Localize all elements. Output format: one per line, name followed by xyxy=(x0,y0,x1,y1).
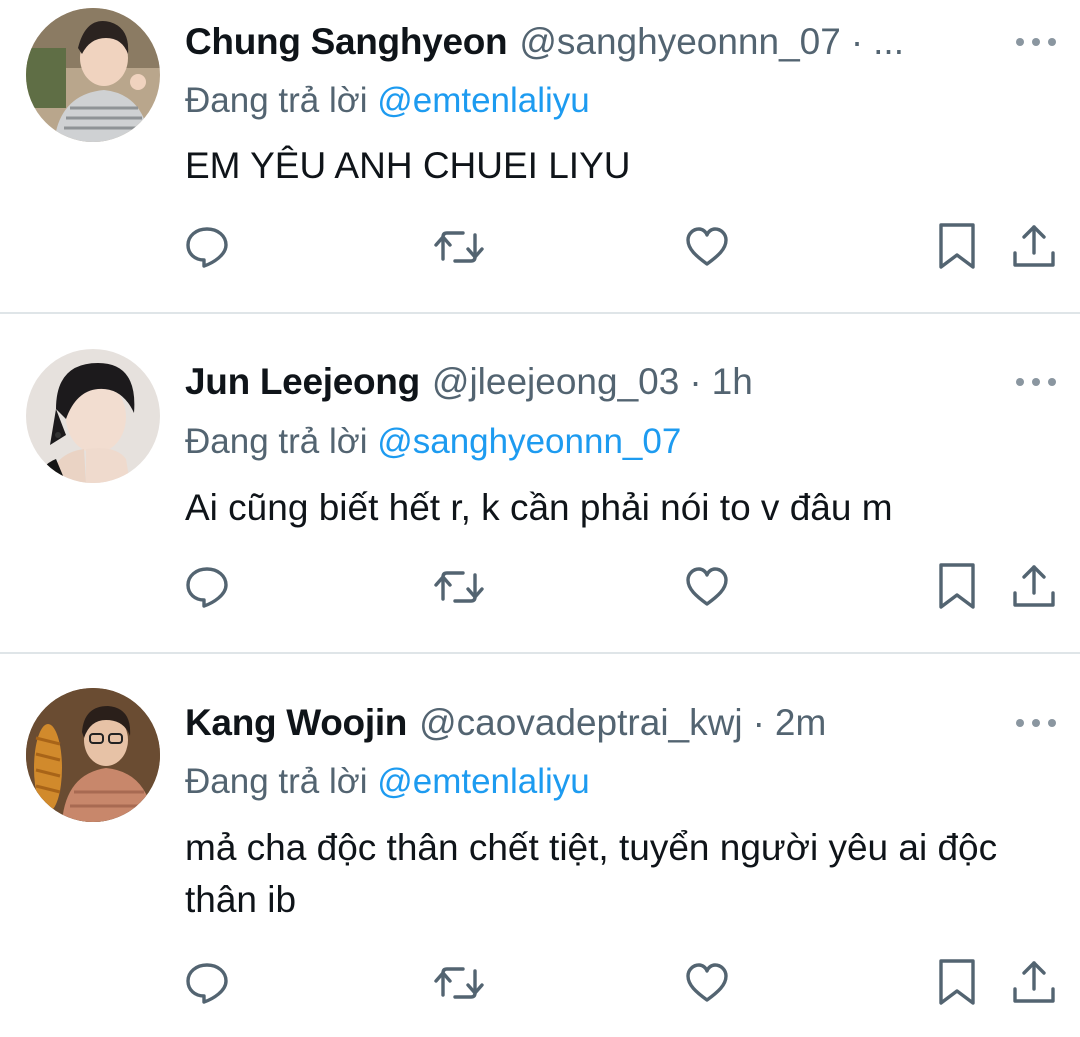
separator: · xyxy=(850,21,864,62)
separator: · xyxy=(689,361,702,402)
user-handle[interactable]: @jleejeong_03 xyxy=(432,357,679,407)
retweet-icon xyxy=(434,967,484,999)
replying-to: Đang trả lời @sanghyeonnn_07 xyxy=(185,419,681,465)
like-button[interactable] xyxy=(681,561,733,613)
heart-icon xyxy=(686,567,728,606)
more-icon[interactable] xyxy=(1016,372,1056,392)
separator: · xyxy=(752,702,765,743)
avatar-photo-icon xyxy=(26,8,160,142)
like-button[interactable] xyxy=(681,957,733,1009)
reply-prefix: Đang trả lời xyxy=(185,762,368,801)
replying-to: Đang trả lời @emtenlaliyu xyxy=(185,759,590,805)
timestamp[interactable]: 2m xyxy=(775,698,826,748)
share-icon xyxy=(1013,225,1055,267)
reply-icon xyxy=(186,567,228,608)
tweet-header: Chung Sanghyeon @sanghyeonnn_07 · ... xyxy=(185,17,980,67)
retweet-button[interactable] xyxy=(433,957,485,1009)
tweet-text: mả cha độc thân chết tiệt, tuyển người y… xyxy=(185,827,998,920)
tweet[interactable]: Jun Leejeong @jleejeong_03 · 1h Đang trả… xyxy=(0,313,1080,653)
bookmark-icon xyxy=(939,563,975,609)
replying-to: Đang trả lời @emtenlaliyu xyxy=(185,78,590,124)
tweet-header: Kang Woojin @caovadeptrai_kwj · 2m xyxy=(185,698,980,748)
tweet[interactable]: Chung Sanghyeon @sanghyeonnn_07 · ... Đa… xyxy=(0,0,1080,313)
heart-icon xyxy=(686,963,728,1002)
display-name[interactable]: Chung Sanghyeon xyxy=(185,17,508,67)
avatar-photo-icon xyxy=(26,349,160,483)
reply-icon xyxy=(186,227,228,268)
reply-prefix: Đang trả lời xyxy=(185,422,368,461)
reply-button[interactable] xyxy=(181,957,233,1009)
share-icon xyxy=(1013,961,1055,1003)
share-button[interactable] xyxy=(1008,561,1060,613)
bookmark-button[interactable] xyxy=(931,561,983,613)
reply-icon xyxy=(186,963,228,1004)
avatar[interactable] xyxy=(26,8,160,142)
tweet-actions xyxy=(0,957,1080,1009)
tweet-header: Jun Leejeong @jleejeong_03 · 1h xyxy=(185,357,980,407)
share-icon xyxy=(1013,565,1055,607)
avatar[interactable] xyxy=(26,349,160,483)
timestamp[interactable]: ... xyxy=(873,17,904,67)
reply-prefix: Đang trả lời xyxy=(185,81,368,120)
bookmark-button[interactable] xyxy=(931,221,983,273)
like-button[interactable] xyxy=(681,221,733,273)
reply-button[interactable] xyxy=(181,221,233,273)
retweet-icon xyxy=(434,571,484,603)
reply-mention-link[interactable]: @emtenlaliyu xyxy=(377,762,590,801)
reply-mention-link[interactable]: @sanghyeonnn_07 xyxy=(377,422,681,461)
bookmark-icon xyxy=(939,223,975,269)
reply-mention-link[interactable]: @emtenlaliyu xyxy=(377,81,590,120)
user-handle[interactable]: @sanghyeonnn_07 xyxy=(519,17,841,67)
retweet-button[interactable] xyxy=(433,221,485,273)
avatar-photo-icon xyxy=(26,688,160,822)
retweet-button[interactable] xyxy=(433,561,485,613)
timestamp[interactable]: 1h xyxy=(712,357,753,407)
heart-icon xyxy=(686,227,728,266)
share-button[interactable] xyxy=(1008,221,1060,273)
more-icon[interactable] xyxy=(1016,713,1056,733)
user-handle[interactable]: @caovadeptrai_kwj xyxy=(419,698,742,748)
tweet-text: EM YÊU ANH CHUEI LIYU xyxy=(185,145,631,186)
bookmark-icon xyxy=(939,959,975,1005)
avatar[interactable] xyxy=(26,688,160,822)
tweet-feed: Chung Sanghyeon @sanghyeonnn_07 · ... Đa… xyxy=(0,0,1080,1037)
display-name[interactable]: Jun Leejeong xyxy=(185,357,420,407)
tweet-actions xyxy=(0,561,1080,613)
reply-button[interactable] xyxy=(181,561,233,613)
display-name[interactable]: Kang Woojin xyxy=(185,698,407,748)
retweet-icon xyxy=(434,231,484,263)
tweet-text: Ai cũng biết hết r, k cần phải nói to v … xyxy=(185,487,893,528)
tweet[interactable]: Kang Woojin @caovadeptrai_kwj · 2m Đang … xyxy=(0,653,1080,1037)
share-button[interactable] xyxy=(1008,957,1060,1009)
bookmark-button[interactable] xyxy=(931,957,983,1009)
tweet-actions xyxy=(0,221,1080,273)
more-icon[interactable] xyxy=(1016,32,1056,52)
